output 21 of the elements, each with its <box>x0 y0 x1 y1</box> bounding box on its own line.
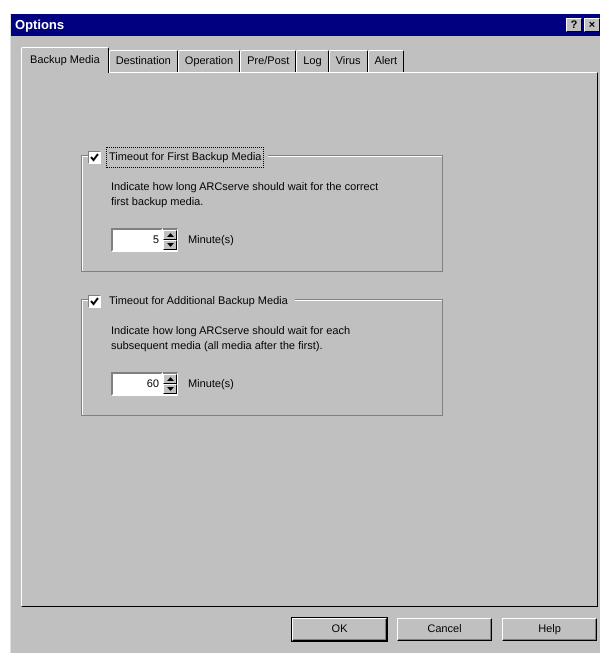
dialog-button[interactable]: OK <box>292 618 387 641</box>
unit-label: Minute(s) <box>188 376 234 392</box>
checkbox-label[interactable]: Timeout for Additional Backup Media <box>106 291 291 312</box>
tab[interactable]: Virus <box>328 50 368 72</box>
close-button[interactable]: × <box>584 18 600 32</box>
window-title: Options <box>15 16 66 34</box>
tab[interactable]: Operation <box>178 50 240 72</box>
unit-label: Minute(s) <box>188 232 234 248</box>
tab[interactable]: Destination <box>108 50 178 72</box>
tab[interactable]: Backup Media <box>21 47 109 73</box>
checkbox-label[interactable]: Timeout for First Backup Media <box>106 147 264 168</box>
help-button[interactable]: ? <box>566 18 582 32</box>
tab[interactable]: Alert <box>368 50 404 72</box>
checkbox[interactable] <box>88 294 101 308</box>
description-text: Indicate how long ARCserve should wait for the correct first backup media. <box>111 180 380 210</box>
tab[interactable]: Pre/Post <box>240 50 296 72</box>
dialog-button[interactable]: Help <box>502 618 597 641</box>
dialog-button[interactable]: Cancel <box>397 618 492 641</box>
tab[interactable]: Log <box>296 50 329 72</box>
description-text: Indicate how long ARCserve should wait for each subsequent media (all media after the first). <box>111 324 352 354</box>
checkbox[interactable] <box>88 150 101 164</box>
